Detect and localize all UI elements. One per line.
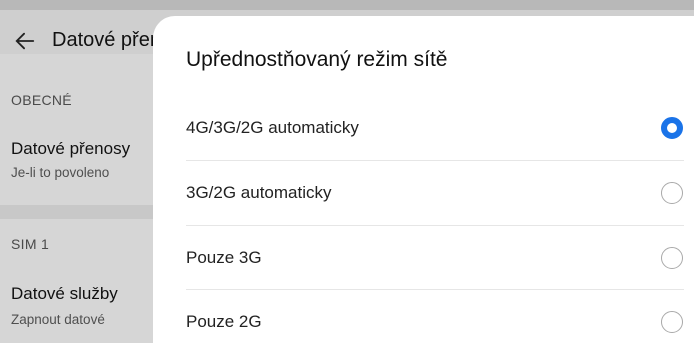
radio-button[interactable] bbox=[661, 247, 683, 269]
option-3g-2g-auto[interactable]: 3G/2G automaticky bbox=[186, 161, 684, 225]
radio-button-selected[interactable] bbox=[661, 117, 683, 139]
option-label: Pouze 3G bbox=[186, 248, 262, 267]
radio-button[interactable] bbox=[661, 182, 683, 204]
option-3g-only[interactable]: Pouze 3G bbox=[186, 226, 684, 290]
setting-item-subtitle: Je-li to povoleno bbox=[11, 165, 110, 180]
setting-item-title[interactable]: Datové služby bbox=[11, 284, 118, 304]
setting-item-title[interactable]: Datové přenosy bbox=[11, 139, 130, 159]
radio-button[interactable] bbox=[661, 311, 683, 333]
section-header-sim1: SIM 1 bbox=[11, 236, 50, 252]
setting-item-subtitle: Zapnout datové bbox=[11, 312, 105, 327]
option-label: 4G/3G/2G automaticky bbox=[186, 118, 359, 137]
dialog-title: Upřednostňovaný režim sítě bbox=[186, 48, 448, 71]
option-2g-only[interactable]: Pouze 2G bbox=[186, 290, 684, 343]
option-label: 3G/2G automaticky bbox=[186, 183, 332, 202]
arrow-left-icon[interactable] bbox=[14, 30, 36, 52]
option-label: Pouze 2G bbox=[186, 312, 262, 331]
section-divider bbox=[0, 205, 160, 219]
status-bar bbox=[0, 0, 694, 10]
section-header-general: OBECNÉ bbox=[11, 92, 72, 108]
option-4g-3g-2g-auto[interactable]: 4G/3G/2G automaticky bbox=[186, 96, 684, 160]
network-mode-dialog: Upřednostňovaný režim sítě 4G/3G/2G auto… bbox=[153, 16, 694, 343]
